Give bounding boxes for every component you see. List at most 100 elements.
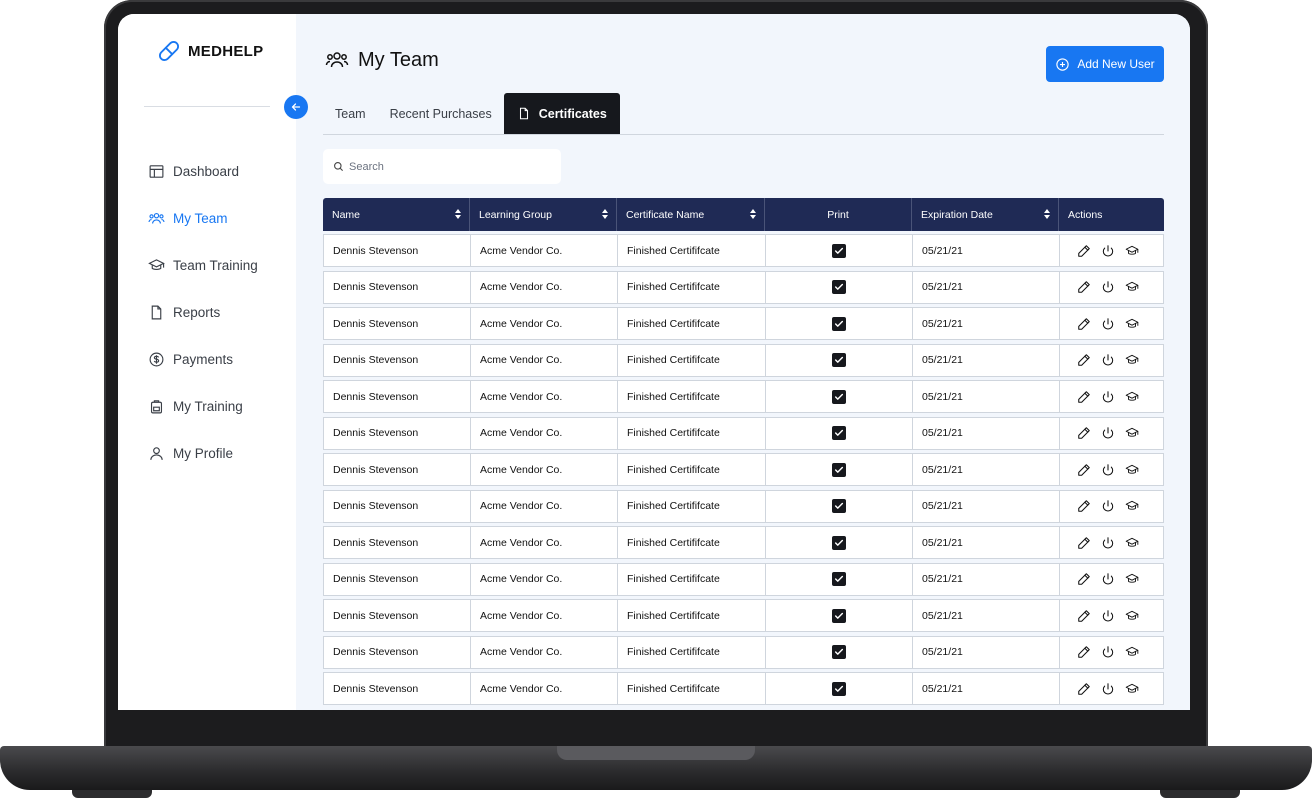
graduation-cap-icon[interactable] <box>1125 609 1139 623</box>
cell-actions <box>1059 416 1164 450</box>
pencil-icon[interactable] <box>1077 609 1091 623</box>
pencil-icon[interactable] <box>1077 390 1091 404</box>
pencil-icon[interactable] <box>1077 353 1091 367</box>
sidebar-item-payments[interactable]: Payments <box>148 336 258 383</box>
power-icon[interactable] <box>1101 645 1115 659</box>
sidebar-item-my-training[interactable]: My Training <box>148 383 258 430</box>
cell-actions <box>1059 234 1164 267</box>
power-icon[interactable] <box>1101 353 1115 367</box>
cell-certificate-name: Finished Certififcate <box>617 270 765 304</box>
power-icon[interactable] <box>1101 244 1115 258</box>
table-row: Dennis Stevenson Acme Vendor Co. Finishe… <box>323 526 1164 559</box>
cell-expiration-date: 05/21/21 <box>912 672 1059 705</box>
cell-learning-group: Acme Vendor Co. <box>470 453 617 486</box>
graduation-cap-icon[interactable] <box>1125 353 1139 367</box>
power-icon[interactable] <box>1101 463 1115 477</box>
power-icon[interactable] <box>1101 426 1115 440</box>
name-text: Dennis Stevenson <box>333 646 419 658</box>
cell-actions <box>1059 307 1164 340</box>
cell-actions <box>1059 672 1164 705</box>
print-checkbox[interactable] <box>832 280 846 294</box>
power-icon[interactable] <box>1101 682 1115 696</box>
sidebar-item-my-team[interactable]: My Team <box>148 195 258 242</box>
pencil-icon[interactable] <box>1077 645 1091 659</box>
pencil-icon[interactable] <box>1077 280 1091 294</box>
print-checkbox[interactable] <box>832 681 846 696</box>
graduation-cap-icon[interactable] <box>1125 426 1139 440</box>
print-checkbox[interactable] <box>832 389 846 404</box>
column-header-expiration-date[interactable]: Expiration Date <box>912 198 1059 231</box>
pencil-icon[interactable] <box>1077 244 1091 258</box>
page-title: My Team <box>358 48 439 71</box>
expiration-date-text: 05/21/21 <box>922 354 963 366</box>
cell-print <box>765 672 912 705</box>
sidebar-item-reports[interactable]: Reports <box>148 289 258 336</box>
pencil-icon[interactable] <box>1077 682 1091 696</box>
power-icon[interactable] <box>1101 609 1115 623</box>
print-checkbox[interactable] <box>832 499 846 513</box>
power-icon[interactable] <box>1101 280 1115 294</box>
table-row: Dennis Stevenson Acme Vendor Co. Finishe… <box>323 489 1164 523</box>
graduation-cap-icon[interactable] <box>1125 645 1139 659</box>
pencil-icon[interactable] <box>1077 463 1091 477</box>
column-header-learning-group[interactable]: Learning Group <box>470 198 617 231</box>
column-header-certificate-name[interactable]: Certificate Name <box>617 198 765 231</box>
power-icon[interactable] <box>1101 536 1115 550</box>
cell-expiration-date: 05/21/21 <box>912 526 1059 559</box>
table-row: Dennis Stevenson Acme Vendor Co. Finishe… <box>323 343 1164 377</box>
cell-print <box>765 343 912 377</box>
print-checkbox[interactable] <box>832 608 846 623</box>
graduation-cap-icon[interactable] <box>1125 317 1139 331</box>
pencil-icon[interactable] <box>1077 499 1091 513</box>
column-header-name[interactable]: Name <box>323 198 470 231</box>
logo[interactable]: MEDHELP <box>158 40 263 62</box>
cell-print <box>765 270 912 304</box>
sidebar-collapse-button[interactable] <box>284 95 308 119</box>
sidebar-item-label: My Training <box>173 399 243 414</box>
expiration-date-text: 05/21/21 <box>922 500 963 512</box>
name-text: Dennis Stevenson <box>333 682 419 695</box>
screen: MEDHELP Dashboard My Team Team Training … <box>118 14 1190 710</box>
print-checkbox[interactable] <box>832 316 846 331</box>
graduation-cap-icon[interactable] <box>1125 280 1139 294</box>
add-new-user-label: Add New User <box>1077 57 1155 71</box>
add-new-user-button[interactable]: Add New User <box>1046 46 1164 82</box>
cell-name: Dennis Stevenson <box>323 489 470 523</box>
power-icon[interactable] <box>1101 572 1115 586</box>
sidebar-item-dashboard[interactable]: Dashboard <box>148 148 258 195</box>
check-icon <box>834 247 844 254</box>
power-icon[interactable] <box>1101 390 1115 404</box>
graduation-cap-icon[interactable] <box>1125 682 1139 696</box>
cell-certificate-name: Finished Certififcate <box>617 343 765 377</box>
graduation-cap-icon[interactable] <box>1125 390 1139 404</box>
power-icon[interactable] <box>1101 317 1115 331</box>
sidebar-item-my-profile[interactable]: My Profile <box>148 430 258 477</box>
graduation-cap-icon[interactable] <box>1125 499 1139 513</box>
name-text: Dennis Stevenson <box>333 536 419 549</box>
power-icon[interactable] <box>1101 499 1115 513</box>
print-checkbox[interactable] <box>832 353 846 367</box>
cell-name: Dennis Stevenson <box>323 672 470 705</box>
check-icon <box>834 539 844 546</box>
tab-team[interactable]: Team <box>323 93 378 134</box>
tab-recent-purchases[interactable]: Recent Purchases <box>378 93 504 134</box>
learning-group-text: Acme Vendor Co. <box>480 682 563 695</box>
print-checkbox[interactable] <box>832 572 846 586</box>
print-checkbox[interactable] <box>832 243 846 258</box>
cell-expiration-date: 05/21/21 <box>912 562 1059 596</box>
tab-certificates[interactable]: Certificates <box>503 93 620 134</box>
graduation-cap-icon[interactable] <box>1125 463 1139 477</box>
pencil-icon[interactable] <box>1077 426 1091 440</box>
graduation-cap-icon[interactable] <box>1125 536 1139 550</box>
graduation-cap-icon[interactable] <box>1125 244 1139 258</box>
search-input[interactable] <box>349 160 549 173</box>
sidebar-item-team-training[interactable]: Team Training <box>148 242 258 289</box>
print-checkbox[interactable] <box>832 535 846 550</box>
pencil-icon[interactable] <box>1077 536 1091 550</box>
graduation-cap-icon[interactable] <box>1125 572 1139 586</box>
pencil-icon[interactable] <box>1077 317 1091 331</box>
print-checkbox[interactable] <box>832 462 846 477</box>
print-checkbox[interactable] <box>832 645 846 659</box>
print-checkbox[interactable] <box>832 426 846 440</box>
pencil-icon[interactable] <box>1077 572 1091 586</box>
